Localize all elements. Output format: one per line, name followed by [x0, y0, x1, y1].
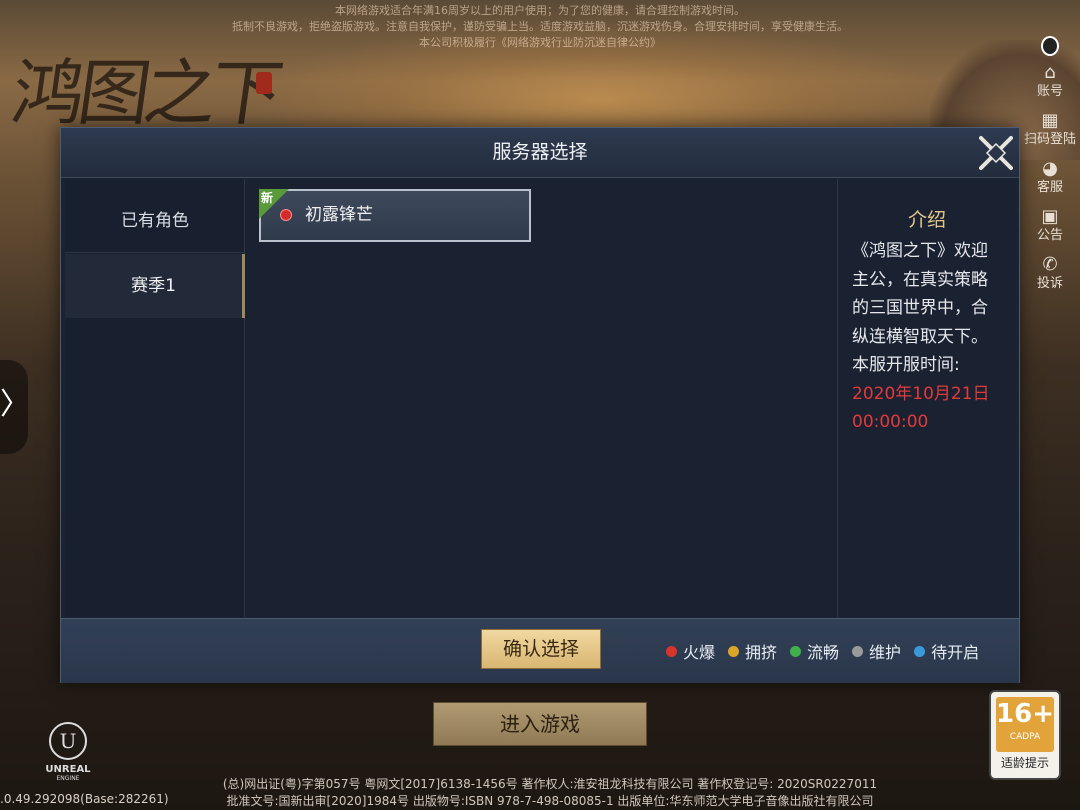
rail-item-complaint[interactable]: ✆ 投诉 [1020, 254, 1080, 292]
dialog-title: 服务器选择 [492, 141, 588, 163]
legal-footer: (总)网出证(粤)字第057号 粤网文[2017]6138-1456号 著作权人… [190, 776, 910, 810]
legal-line: 批准文号:国新出审[2020]1984号 出版物号:ISBN 978-7-498… [226, 794, 874, 808]
qq-icon[interactable] [1041, 36, 1059, 56]
legend-item-smooth: 流畅 [790, 639, 839, 663]
legend-item-upcoming: 待开启 [914, 639, 979, 663]
legend-label: 火爆 [683, 643, 716, 662]
health-notice-line: 抵制不良游戏，拒绝盗版游戏。注意自我保护，谨防受骗上当。适度游戏益脑，沉迷游戏伤… [232, 20, 848, 33]
game-logo: 鸿图之下 [6, 51, 283, 135]
server-item[interactable]: 新 初露锋芒 [259, 189, 531, 242]
customer-service-icon: ◕ [1042, 158, 1058, 179]
intro-open-label: 本服开服时间: [852, 355, 960, 375]
dialog-footer: 确认选择 火爆 拥挤 流畅 维护 待开启 [61, 618, 1019, 683]
intro-open-time: 2020年10月21日 00:00:00 [852, 383, 990, 433]
legend-dot [790, 645, 802, 657]
age-rating-icon: 16+ CADPA [996, 697, 1054, 752]
intro-text: 《鸿图之下》欢迎主公，在真实策略的三国世界中，合纵连横智取天下。 本服开服时间:… [852, 237, 1002, 437]
tab-season-1[interactable]: 赛季1 [65, 254, 245, 318]
intro-panel: 介绍 《鸿图之下》欢迎主公，在真实策略的三国世界中，合纵连横智取天下。 本服开服… [837, 179, 1015, 617]
server-select-dialog: 服务器选择 已有角色 赛季1 新 初露锋芒 介绍 《鸿图之下》欢迎主公，在真实策… [60, 127, 1020, 683]
rail-item-qr-login[interactable]: ▦ 扫码登陆 [1020, 110, 1080, 148]
engine-name: UNREAL [45, 764, 91, 775]
legend-label: 流畅 [807, 643, 840, 662]
rail-item-account[interactable]: ⌂ 账号 [1020, 62, 1080, 100]
server-name: 初露锋芒 [305, 205, 373, 225]
legend-item-hot: 火爆 [666, 639, 715, 663]
age-rating-caption: 适龄提示 [1000, 756, 1049, 770]
legend-item-maintenance: 维护 [852, 639, 901, 663]
tab-existing-characters[interactable]: 已有角色 [65, 189, 245, 253]
legend-label: 维护 [869, 643, 902, 662]
legend-label: 待开启 [931, 643, 980, 662]
legend-label: 拥挤 [745, 643, 778, 662]
server-list: 新 初露锋芒 [246, 179, 836, 617]
version-label: .0.49.292098(Base:282261) [0, 792, 169, 806]
unreal-engine-logo: U UNREAL ENGINE [40, 722, 96, 783]
legend-dot [728, 645, 740, 657]
legend-dot [666, 645, 677, 657]
legend-item-crowded: 拥挤 [728, 639, 777, 663]
side-rail: ⌂ 账号 ▦ 扫码登陆 ◕ 客服 ▣ 公告 ✆ 投诉 [1020, 36, 1080, 302]
enter-game-button[interactable]: 进入游戏 [433, 702, 647, 746]
side-drawer-handle[interactable]: 〉 [0, 360, 30, 454]
logo-seal [256, 72, 272, 94]
legend-dot [852, 645, 864, 657]
rail-item-label: 投诉 [1036, 276, 1063, 291]
age-rating-org: CADPA [1009, 732, 1041, 742]
account-icon: ⌂ [1044, 62, 1056, 83]
rail-item-label: 客服 [1036, 180, 1063, 195]
intro-title: 介绍 [907, 209, 946, 231]
rail-item-label: 账号 [1036, 84, 1063, 99]
health-notice-line: 本网络游戏适合年满16周岁以上的用户使用；为了您的健康，请合理控制游戏时间。 [335, 4, 745, 17]
age-rating-badge[interactable]: 16+ CADPA 适龄提示 [989, 690, 1061, 780]
tab-column: 已有角色 赛季1 [65, 179, 245, 617]
intro-body: 《鸿图之下》欢迎主公，在真实策略的三国世界中，合纵连横智取天下。 [852, 241, 988, 347]
dialog-body: 已有角色 赛季1 新 初露锋芒 介绍 《鸿图之下》欢迎主公，在真实策略的三国世界… [65, 179, 1015, 617]
rail-item-customer-service[interactable]: ◕ 客服 [1020, 158, 1080, 196]
status-legend: 火爆 拥挤 流畅 维护 待开启 [666, 639, 992, 663]
close-button[interactable] [973, 130, 1019, 176]
age-rating-number: 16+ [996, 699, 1054, 729]
close-icon [979, 136, 1013, 170]
server-status-dot [280, 209, 292, 221]
rail-item-label: 扫码登陆 [1023, 132, 1076, 147]
confirm-select-button[interactable]: 确认选择 [481, 629, 601, 669]
new-tag-label: 新 [261, 191, 274, 205]
rail-item-label: 公告 [1036, 228, 1063, 243]
qr-code-icon: ▦ [1041, 110, 1059, 131]
legal-line: (总)网出证(粤)字第057号 粤网文[2017]6138-1456号 著作权人… [222, 777, 878, 791]
complaint-icon: ✆ [1042, 254, 1058, 275]
legend-dot [914, 645, 926, 657]
engine-sub: ENGINE [56, 775, 80, 782]
rail-item-announcement[interactable]: ▣ 公告 [1020, 206, 1080, 244]
unreal-icon: U [49, 722, 87, 760]
announcement-icon: ▣ [1041, 206, 1059, 227]
